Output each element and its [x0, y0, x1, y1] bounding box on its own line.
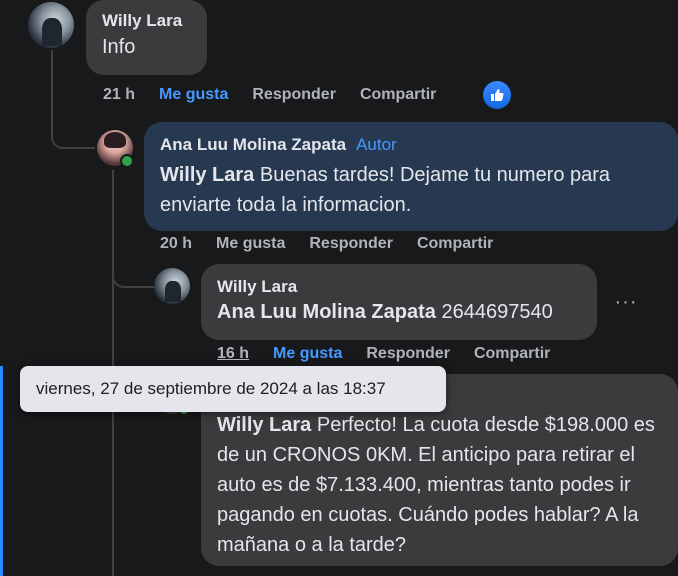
reply-button[interactable]: Responder	[252, 86, 336, 104]
comment-text: Willy Lara Buenas tardes! Dejame tu nume…	[160, 160, 662, 220]
reply-button[interactable]: Responder	[309, 235, 393, 253]
comment-author[interactable]: Willy Lara	[102, 10, 191, 32]
comment-text: Info	[102, 36, 136, 58]
focus-indicator-bar	[0, 366, 3, 576]
like-button[interactable]: Me gusta	[159, 86, 228, 104]
like-button[interactable]: Me gusta	[273, 345, 342, 363]
timestamp-tooltip: viernes, 27 de septiembre de 2024 a las …	[20, 366, 446, 412]
comment-text: Willy Lara Perfecto! La cuota desde $198…	[217, 410, 662, 560]
avatar[interactable]	[28, 2, 74, 48]
like-button[interactable]: Me gusta	[216, 235, 285, 253]
thread-elbow-1	[51, 125, 95, 149]
comment-bubble: Ana Luu Molina Zapata Autor Willy Lara Bu…	[144, 122, 678, 231]
share-button[interactable]: Compartir	[474, 345, 550, 363]
mention-link[interactable]: Willy Lara	[160, 164, 254, 186]
thread-elbow-2	[112, 268, 154, 288]
reply-button[interactable]: Responder	[366, 345, 450, 363]
comment-author-line: Ana Luu Molina Zapata Autor	[160, 134, 662, 156]
comment-bubble: Willy Lara Info	[86, 0, 207, 75]
comment-timestamp[interactable]: 21 h	[103, 86, 135, 104]
comment-actions: 21 h Me gusta Responder Compartir	[103, 86, 436, 104]
mention-link[interactable]: Willy Lara	[217, 414, 311, 436]
comment-actions: 16 h Me gusta Responder Compartir	[217, 345, 550, 363]
more-options-icon[interactable]: ···	[612, 288, 640, 316]
comment-author[interactable]: Willy Lara	[217, 276, 581, 298]
author-badge: Autor	[356, 135, 397, 154]
avatar[interactable]	[154, 268, 190, 304]
comment-author[interactable]: Ana Luu Molina Zapata	[160, 135, 346, 154]
online-status-dot	[120, 154, 134, 168]
comment-text: Ana Luu Molina Zapata 2644697540	[217, 298, 581, 326]
share-button[interactable]: Compartir	[417, 235, 493, 253]
comment-timestamp[interactable]: 20 h	[160, 235, 192, 253]
comment-bubble: Willy Lara Ana Luu Molina Zapata 2644697…	[201, 264, 597, 340]
comment-body: 2644697540	[441, 301, 553, 323]
comment-actions: 20 h Me gusta Responder Compartir	[160, 235, 493, 253]
mention-link[interactable]: Ana Luu Molina Zapata	[217, 301, 436, 323]
comment-timestamp[interactable]: 16 h	[217, 345, 249, 363]
like-thumb-icon[interactable]	[483, 81, 511, 109]
comment-thread: Willy Lara Info 21 h Me gusta Responder …	[0, 0, 678, 576]
share-button[interactable]: Compartir	[360, 86, 436, 104]
